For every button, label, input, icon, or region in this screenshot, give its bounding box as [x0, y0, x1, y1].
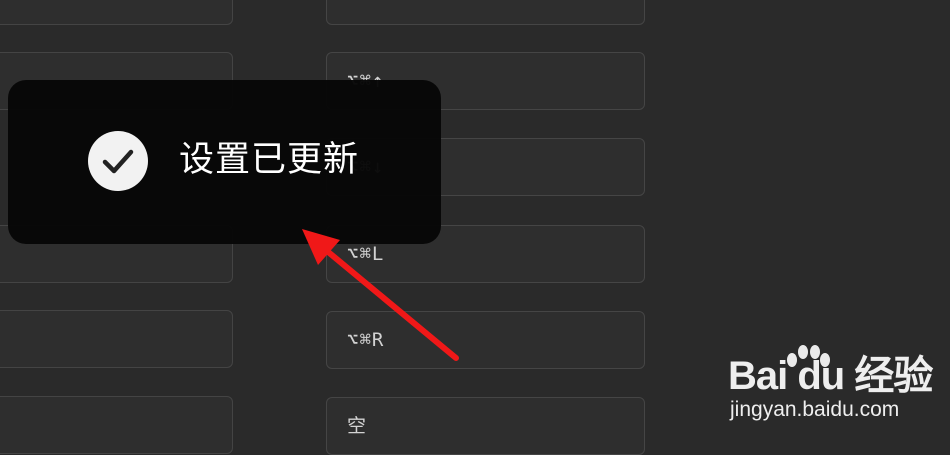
baidu-jingyan-watermark: Bai du 经验 jingyan.baidu.com	[728, 343, 933, 433]
paw-icon	[787, 345, 830, 367]
watermark-url: jingyan.baidu.com	[730, 398, 900, 421]
